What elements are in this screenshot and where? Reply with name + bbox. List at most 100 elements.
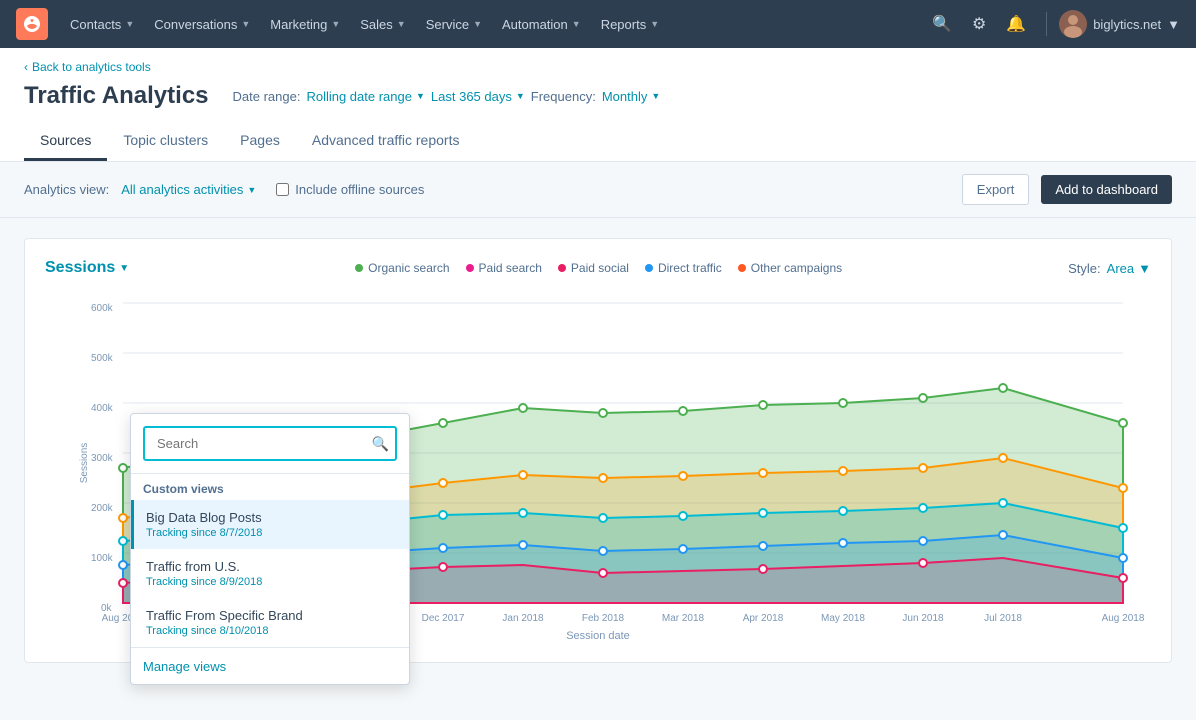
- svg-text:200k: 200k: [91, 503, 114, 514]
- dropdown-section-label: Custom views: [131, 474, 409, 500]
- nav-label-automation: Automation: [502, 17, 568, 32]
- analytics-view-dropdown[interactable]: All analytics activities ▼: [121, 182, 256, 197]
- date-period-dropdown[interactable]: Last 365 days ▼: [431, 89, 525, 104]
- svg-text:500k: 500k: [91, 353, 114, 364]
- date-range-label: Date range:: [233, 89, 301, 104]
- nav-divider: [1046, 12, 1047, 36]
- user-avatar: [1059, 10, 1087, 38]
- dropdown-item-traffic-from-u.s.[interactable]: Traffic from U.S.Tracking since 8/9/2018: [131, 549, 409, 598]
- toolbar: Analytics view: All analytics activities…: [0, 162, 1196, 218]
- style-selector: Style: Area ▼: [1068, 261, 1151, 276]
- style-dropdown[interactable]: Area ▼: [1107, 261, 1151, 276]
- dropdown-item-sub: Tracking since 8/10/2018: [146, 625, 397, 637]
- nav-item-sales[interactable]: Sales ▼: [350, 11, 415, 38]
- style-chevron: ▼: [1138, 261, 1151, 276]
- dropdown-footer: Manage views: [131, 647, 409, 684]
- nav-label-reports: Reports: [601, 17, 647, 32]
- user-menu[interactable]: biglytics.net ▼: [1059, 10, 1180, 38]
- top-navigation: Contacts▼Conversations▼Marketing▼Sales▼S…: [0, 0, 1196, 48]
- sessions-chevron: ▼: [119, 263, 129, 274]
- user-chevron: ▼: [1167, 17, 1180, 32]
- settings-icon[interactable]: ⚙: [964, 8, 994, 40]
- nav-item-contacts[interactable]: Contacts ▼: [60, 11, 144, 38]
- svg-text:May 2018: May 2018: [821, 613, 865, 623]
- nav-label-sales: Sales: [360, 17, 393, 32]
- svg-text:Jul 2018: Jul 2018: [984, 613, 1022, 623]
- include-offline-checkbox[interactable]: [276, 183, 289, 196]
- rolling-date-range-value: Rolling date range: [306, 89, 412, 104]
- filter-row: Date range: Rolling date range ▼ Last 36…: [233, 89, 661, 104]
- rolling-date-range-dropdown[interactable]: Rolling date range ▼: [306, 89, 424, 104]
- svg-text:Feb 2018: Feb 2018: [582, 613, 625, 623]
- dropdown-search-box: 🔍: [131, 414, 409, 474]
- analytics-view-value: All analytics activities: [121, 182, 243, 197]
- legend-label: Paid social: [571, 261, 629, 275]
- dropdown-item-title: Traffic from U.S.: [146, 559, 397, 574]
- nav-chevron-marketing: ▼: [331, 19, 340, 29]
- nav-chevron-conversations: ▼: [241, 19, 250, 29]
- legend-dot: [558, 264, 566, 272]
- legend-label: Other campaigns: [751, 261, 842, 275]
- nav-chevron-sales: ▼: [397, 19, 406, 29]
- legend-label: Organic search: [368, 261, 449, 275]
- nav-item-service[interactable]: Service ▼: [416, 11, 492, 38]
- legend-item-organic-search: Organic search: [355, 261, 449, 275]
- nav-chevron-automation: ▼: [572, 19, 581, 29]
- sessions-dropdown[interactable]: Sessions ▼: [45, 259, 129, 277]
- nav-label-contacts: Contacts: [70, 17, 121, 32]
- export-button[interactable]: Export: [962, 174, 1030, 205]
- analytics-view-dropdown-panel: 🔍 Custom views Big Data Blog PostsTracki…: [130, 413, 410, 685]
- user-domain: biglytics.net: [1093, 17, 1161, 32]
- dropdown-search-button[interactable]: 🔍: [372, 435, 389, 452]
- dropdown-search-input[interactable]: [143, 426, 397, 461]
- add-to-dashboard-button[interactable]: Add to dashboard: [1041, 175, 1172, 204]
- frequency-dropdown[interactable]: Monthly ▼: [602, 89, 660, 104]
- period-chevron: ▼: [516, 91, 525, 101]
- frequency-value: Monthly: [602, 89, 648, 104]
- legend-item-paid-social: Paid social: [558, 261, 629, 275]
- include-offline-label[interactable]: Include offline sources: [295, 182, 424, 197]
- legend-dot: [355, 264, 363, 272]
- legend-label: Paid search: [479, 261, 542, 275]
- frequency-chevron: ▼: [651, 91, 660, 101]
- dropdown-item-title: Traffic From Specific Brand: [146, 608, 397, 623]
- sub-header: ‹ Back to analytics tools Traffic Analyt…: [0, 48, 1196, 162]
- tabs: SourcesTopic clustersPagesAdvanced traff…: [24, 122, 1172, 161]
- legend-label: Direct traffic: [658, 261, 722, 275]
- back-arrow: ‹: [24, 60, 28, 74]
- legend-item-direct-traffic: Direct traffic: [645, 261, 722, 275]
- tab-advanced-traffic-reports[interactable]: Advanced traffic reports: [296, 122, 476, 161]
- tab-topic-clusters[interactable]: Topic clusters: [107, 122, 224, 161]
- nav-chevron-reports: ▼: [650, 19, 659, 29]
- dropdown-item-traffic-from-specific-brand[interactable]: Traffic From Specific Brand Tracking sinc…: [131, 598, 409, 647]
- nav-item-reports[interactable]: Reports▼: [591, 11, 669, 38]
- nav-item-marketing[interactable]: Marketing▼: [260, 11, 350, 38]
- back-link[interactable]: ‹ Back to analytics tools: [24, 60, 1172, 74]
- hubspot-logo[interactable]: [16, 8, 48, 40]
- svg-text:600k: 600k: [91, 303, 114, 314]
- nav-chevron-service: ▼: [473, 19, 482, 29]
- svg-text:300k: 300k: [91, 453, 114, 464]
- nav-item-conversations[interactable]: Conversations ▼: [144, 11, 260, 38]
- tab-sources[interactable]: Sources: [24, 122, 107, 161]
- dropdown-item-sub: Tracking since 8/7/2018: [146, 527, 397, 539]
- dropdown-items-list: Big Data Blog PostsTracking since 8/7/20…: [131, 500, 409, 647]
- tab-pages[interactable]: Pages: [224, 122, 296, 161]
- frequency-label: Frequency:: [531, 89, 596, 104]
- nav-item-automation[interactable]: Automation ▼: [492, 11, 591, 38]
- analytics-view-label: Analytics view:: [24, 182, 109, 197]
- notifications-icon[interactable]: 🔔: [998, 8, 1034, 40]
- dropdown-item-big-data-blog-posts[interactable]: Big Data Blog PostsTracking since 8/7/20…: [131, 500, 409, 549]
- sessions-label-text: Sessions: [45, 259, 115, 277]
- style-value: Area: [1107, 261, 1134, 276]
- nav-label-conversations: Conversations: [154, 17, 237, 32]
- search-icon[interactable]: 🔍: [924, 8, 960, 40]
- style-label: Style:: [1068, 261, 1101, 276]
- nav-label-service: Service: [426, 17, 469, 32]
- manage-views-link[interactable]: Manage views: [143, 659, 226, 674]
- legend-item-paid-search: Paid search: [466, 261, 542, 275]
- svg-text:100k: 100k: [91, 553, 114, 564]
- nav-chevron-contacts: ▼: [125, 19, 134, 29]
- chart-header: Sessions ▼ Organic search Paid search Paid…: [45, 259, 1151, 277]
- svg-text:Sessions: Sessions: [79, 443, 90, 484]
